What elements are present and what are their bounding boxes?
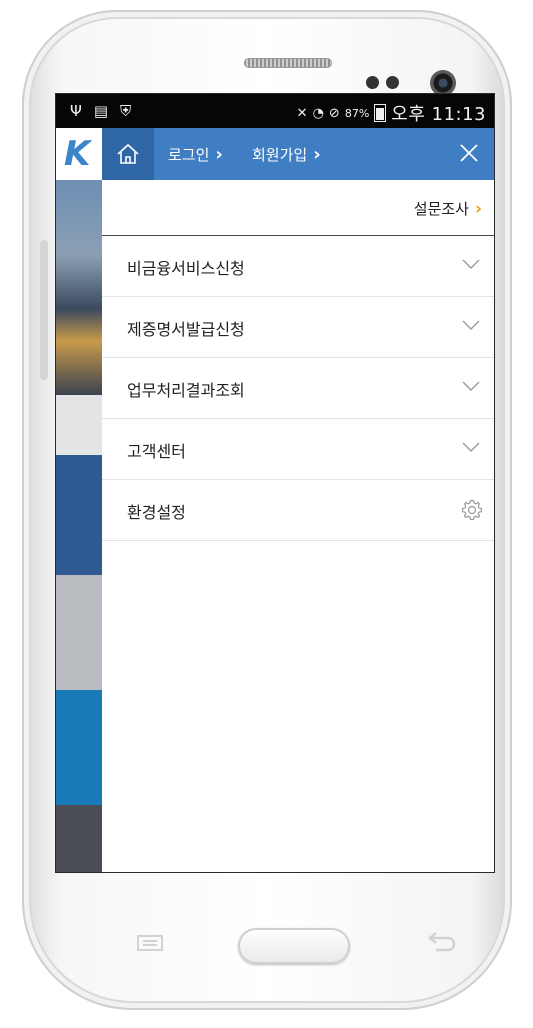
bg-block — [56, 455, 102, 575]
survey-row: 설문조사 › — [102, 180, 494, 236]
proximity-sensor — [366, 76, 379, 89]
phone-screen: Ψ ▤ ⛨ ✕ ◔ ⊘ 87% 오후 11:13 K 로그인 › 회원가입 › … — [55, 93, 495, 873]
close-icon[interactable] — [454, 138, 484, 168]
menu-item-label: 비금융서비스신청 — [127, 259, 245, 278]
background-app: K — [56, 128, 102, 872]
chevron-right-icon: › — [474, 198, 482, 219]
chevron-right-icon: › — [215, 143, 223, 165]
menu-item-label: 고객센터 — [127, 442, 186, 461]
hardware-menu-icon[interactable] — [137, 935, 163, 951]
menu-item-settings[interactable]: 환경설정 — [102, 480, 494, 541]
volume-key — [40, 240, 48, 380]
earpiece-speaker — [244, 58, 332, 68]
shield-icon: ⛨ — [120, 102, 132, 120]
signup-link[interactable]: 회원가입 › — [252, 144, 321, 165]
chevron-down-icon — [462, 381, 480, 391]
battery-icon — [374, 104, 387, 122]
bg-block — [56, 395, 102, 455]
chevron-right-icon: › — [313, 143, 321, 165]
bg-block — [56, 690, 102, 805]
chevron-down-icon — [462, 320, 480, 330]
menu-item-label: 업무처리결과조회 — [127, 381, 245, 400]
menu-item-customer-center[interactable]: 고객센터 — [102, 419, 494, 480]
survey-link[interactable]: 설문조사 › — [414, 198, 482, 219]
battery-percent: 87% — [344, 106, 370, 120]
menu-list: 비금융서비스신청 제증명서발급신청 업무처리결과조회 고객센터 환경설정 — [102, 236, 494, 541]
banner-image — [56, 180, 102, 395]
notification-icon: ▤ — [93, 102, 108, 120]
menu-item-label: 환경설정 — [127, 503, 186, 522]
login-label: 로그인 — [168, 146, 210, 164]
blocked-icon: ⊘ — [328, 105, 340, 121]
home-icon — [117, 143, 139, 164]
menu-header: 로그인 › 회원가입 › — [102, 128, 494, 180]
bg-block — [56, 805, 102, 872]
home-button[interactable] — [102, 128, 154, 180]
gear-icon — [461, 499, 483, 521]
status-bar: Ψ ▤ ⛨ ✕ ◔ ⊘ 87% 오후 11:13 — [56, 94, 494, 128]
survey-label: 설문조사 — [413, 200, 469, 218]
light-sensor — [386, 76, 399, 89]
menu-item-processing-result[interactable]: 업무처리결과조회 — [102, 358, 494, 419]
usb-icon: Ψ — [70, 102, 82, 120]
menu-item-label: 제증명서발급신청 — [127, 320, 245, 339]
menu-item-non-financial-service[interactable]: 비금융서비스신청 — [102, 236, 494, 297]
hardware-home-button[interactable] — [238, 928, 350, 964]
wifi-icon: ◔ — [312, 105, 324, 121]
bg-block — [56, 575, 102, 690]
chevron-down-icon — [462, 442, 480, 452]
menu-item-certificate-issuance[interactable]: 제증명서발급신청 — [102, 297, 494, 358]
app-logo: K — [56, 128, 102, 180]
clock: 오후 11:13 — [391, 104, 486, 125]
hardware-back-icon[interactable] — [426, 932, 456, 952]
signup-label: 회원가입 — [252, 146, 308, 164]
side-menu-panel: 로그인 › 회원가입 › 설문조사 › 비금융서비스신청 제증명서발급신청 업무… — [102, 128, 494, 872]
chevron-down-icon — [462, 259, 480, 269]
mute-icon: ✕ — [296, 105, 308, 121]
login-link[interactable]: 로그인 › — [168, 144, 223, 165]
